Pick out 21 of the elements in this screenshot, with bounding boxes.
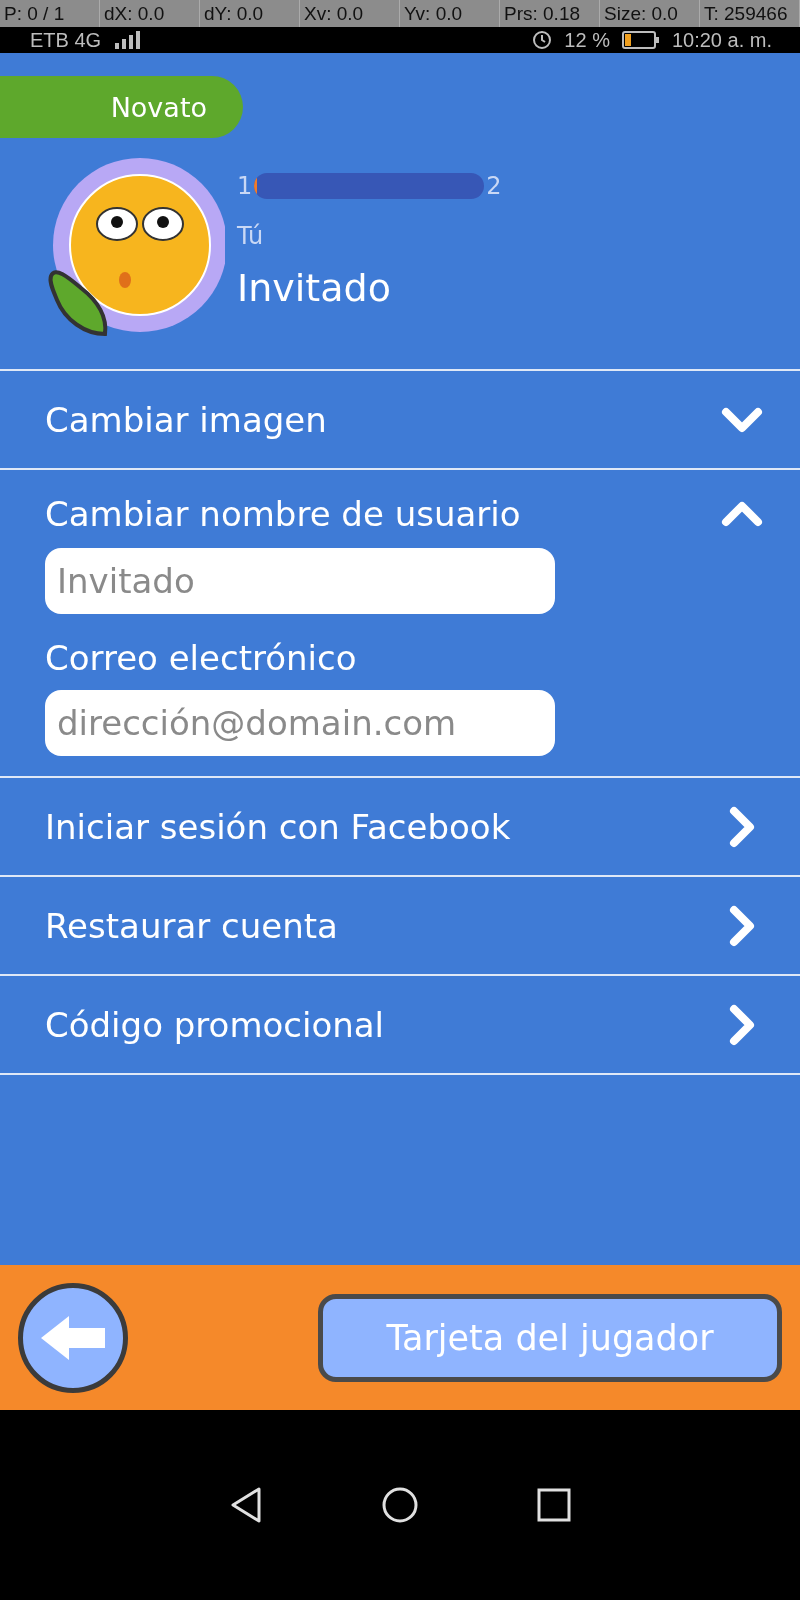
alarm-icon	[532, 30, 553, 50]
text-field[interactable]: Invitado	[45, 548, 555, 614]
level-number: 2	[486, 172, 502, 200]
carrier-text: ETB 4G	[30, 28, 102, 52]
text-field[interactable]: dirección@domain.com	[45, 690, 555, 756]
battery-icon	[621, 31, 660, 49]
menu-item[interactable]: Cambiar nombre de usuario	[45, 494, 521, 534]
level-number: 1	[237, 172, 253, 200]
subtitle-text: Tú	[237, 222, 264, 250]
menu-item[interactable]: Código promocional	[45, 1004, 385, 1045]
menu-item[interactable]: Cambiar imagen	[45, 399, 327, 440]
field-label: Correo electrónico	[45, 638, 357, 678]
player-name: Invitado	[237, 266, 391, 310]
recents-icon[interactable]	[537, 1488, 571, 1522]
back-icon[interactable]	[229, 1486, 263, 1524]
battery-text: 12 %	[564, 28, 610, 52]
clock-text: 10:20 a. m.	[671, 28, 772, 52]
rank-badge: Novato	[0, 76, 243, 138]
menu-item[interactable]: Restaurar cuenta	[45, 905, 338, 946]
menu-item[interactable]: Iniciar sesión con Facebook	[45, 806, 511, 847]
home-icon[interactable]	[381, 1486, 419, 1524]
